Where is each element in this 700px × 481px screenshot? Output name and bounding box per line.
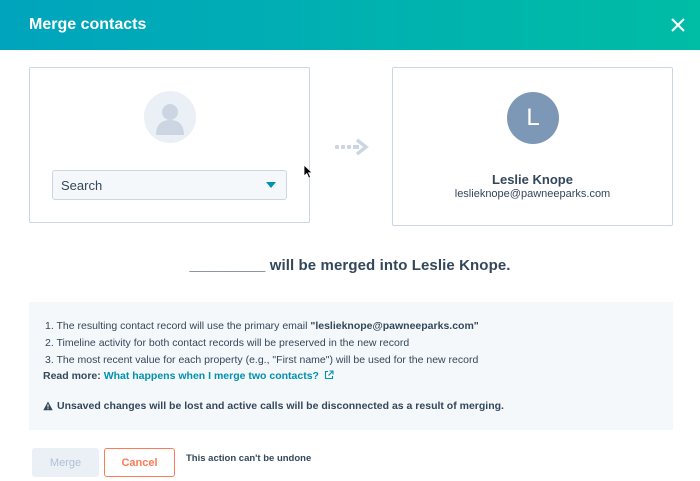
dialog-title: Merge contacts xyxy=(29,16,147,33)
list-item: 1. The resulting contact record will use… xyxy=(45,318,479,335)
external-link-icon xyxy=(324,370,334,380)
mouse-cursor-icon xyxy=(303,164,313,179)
chevron-down-icon xyxy=(266,182,276,188)
dialog-header: Merge contacts xyxy=(0,0,700,50)
contact-name: Leslie Knope xyxy=(492,172,573,187)
cancel-button[interactable]: Cancel xyxy=(104,448,175,477)
close-icon xyxy=(671,18,685,32)
source-contact-card: Search xyxy=(29,67,310,223)
target-contact-card: L Leslie Knope leslieknope@pawneeparks.c… xyxy=(392,67,673,226)
dialog-footer: Merge Cancel This action can't be undone xyxy=(0,440,700,481)
list-item-text: 2. Timeline activity for both contact re… xyxy=(45,337,410,349)
merge-summary: _________ will be merged into Leslie Kno… xyxy=(189,257,511,274)
list-item: 2. Timeline activity for both contact re… xyxy=(45,335,479,352)
list-item-text: 1. The resulting contact record will use… xyxy=(45,320,311,332)
undone-notice: This action can't be undone xyxy=(186,453,312,464)
close-button[interactable] xyxy=(668,15,688,35)
read-more-label: Read more: xyxy=(43,370,101,382)
list-item: 3. The most recent value for each proper… xyxy=(45,352,479,369)
warning-message: Unsaved changes will be lost and active … xyxy=(43,400,504,412)
dotted-arrow-right-icon xyxy=(335,138,369,156)
person-placeholder-icon xyxy=(144,91,196,143)
merge-button[interactable]: Merge xyxy=(32,448,99,477)
contact-email: leslieknope@pawneeparks.com xyxy=(454,188,611,200)
read-more-link-text: What happens when I merge two contacts? xyxy=(103,370,319,382)
merge-info-box: 1. The resulting contact record will use… xyxy=(29,302,673,430)
search-select-value: Search xyxy=(61,177,103,193)
contact-search-select[interactable]: Search xyxy=(52,170,287,200)
warning-icon xyxy=(43,401,53,411)
read-more-link[interactable]: What happens when I merge two contacts? xyxy=(104,370,334,382)
list-item-text: 3. The most recent value for each proper… xyxy=(45,354,479,366)
warning-text: Unsaved changes will be lost and active … xyxy=(57,400,504,412)
read-more: Read more: What happens when I merge two… xyxy=(43,370,334,382)
primary-email-value: "leslieknope@pawneeparks.com" xyxy=(310,320,479,332)
merge-rules-list: 1. The resulting contact record will use… xyxy=(45,318,479,369)
contact-avatar: L xyxy=(507,92,559,144)
